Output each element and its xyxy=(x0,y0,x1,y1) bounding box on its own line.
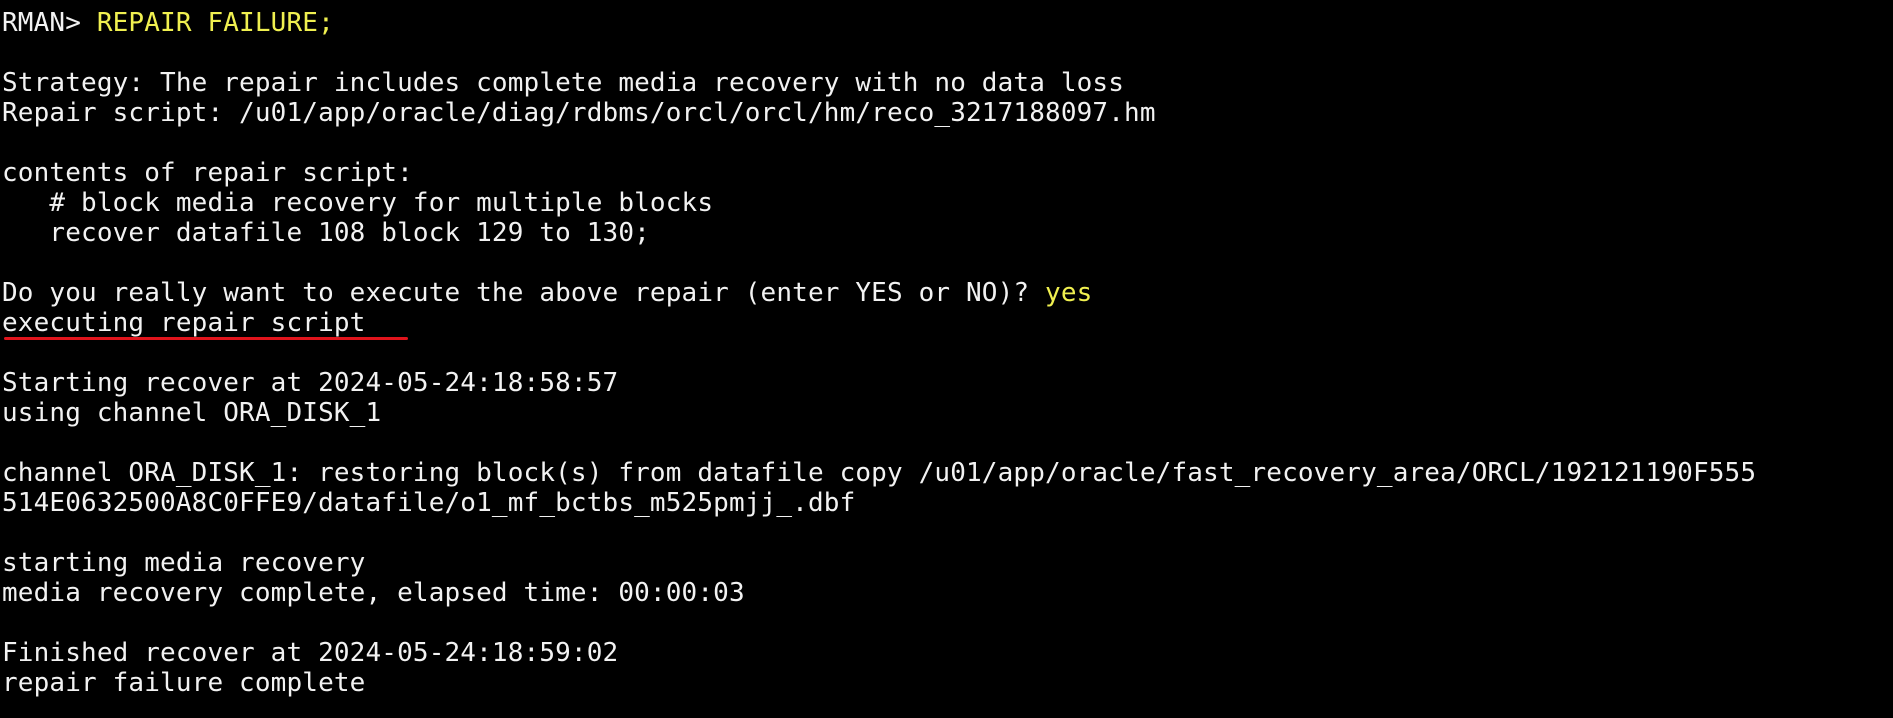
command-line: RMAN> REPAIR FAILURE; xyxy=(0,8,1893,38)
command-input: REPAIR FAILURE; xyxy=(96,8,334,38)
terminal-window[interactable]: RMAN> REPAIR FAILURE; Strategy: The repa… xyxy=(0,0,1893,718)
script-comment-line: # block media recovery for multiple bloc… xyxy=(2,188,714,218)
channel-restore-line-1: channel ORA_DISK_1: restoring block(s) f… xyxy=(2,458,1757,488)
strategy-line: Strategy: The repair includes complete m… xyxy=(2,68,1125,98)
using-channel-line: using channel ORA_DISK_1 xyxy=(2,398,382,428)
repair-complete-line: repair failure complete xyxy=(2,668,366,698)
starting-media-line: starting media recovery xyxy=(2,548,366,578)
media-complete-line: media recovery complete, elapsed time: 0… xyxy=(2,578,745,608)
script-command-line: recover datafile 108 block 129 to 130; xyxy=(2,218,650,248)
contents-header-line: contents of repair script: xyxy=(2,158,413,188)
confirm-question: Do you really want to execute the above … xyxy=(2,278,1046,308)
channel-restore-line-2: 514E0632500A8C0FFE9/datafile/o1_mf_bctbs… xyxy=(2,488,856,518)
executing-line: executing repair script xyxy=(0,308,1893,340)
rman-prompt: RMAN> xyxy=(2,8,97,38)
executing-text: executing repair script xyxy=(2,308,366,338)
repair-script-line: Repair script: /u01/app/oracle/diag/rdbm… xyxy=(2,98,1156,128)
confirm-line: Do you really want to execute the above … xyxy=(0,278,1893,308)
confirm-answer: yes xyxy=(1045,278,1093,308)
finished-recover-line: Finished recover at 2024-05-24:18:59:02 xyxy=(2,638,619,668)
starting-recover-line: Starting recover at 2024-05-24:18:58:57 xyxy=(2,368,619,398)
